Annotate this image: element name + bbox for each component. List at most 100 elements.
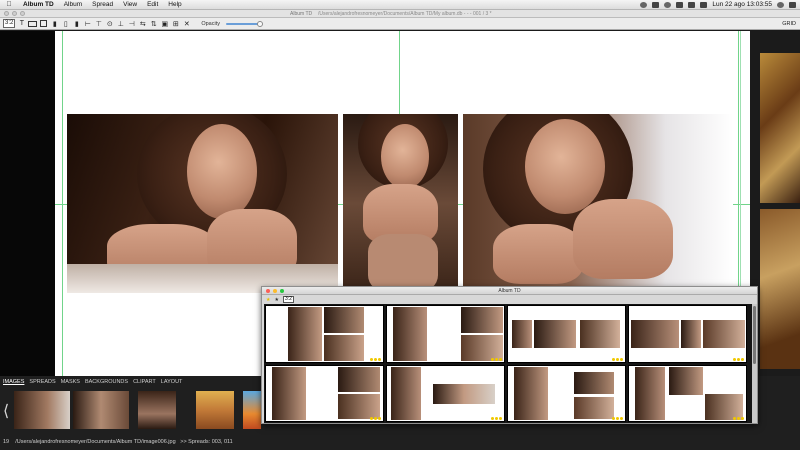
spread-photo <box>574 397 614 419</box>
spread-thumbnail[interactable] <box>507 365 626 422</box>
distribute-horizontal-icon[interactable]: ⊢ <box>83 19 92 28</box>
menu-album[interactable]: Album <box>59 1 87 8</box>
aspect-ratio-button[interactable]: 3:2 <box>3 19 16 28</box>
zoom-button[interactable] <box>20 11 25 16</box>
shoulder-shape <box>368 234 438 293</box>
opacity-slider-knob[interactable] <box>257 20 263 27</box>
notification-center-icon[interactable] <box>789 1 796 8</box>
spread-thumbnail[interactable] <box>386 365 505 422</box>
spread-thumbnail[interactable] <box>386 305 505 363</box>
flip-horizontal-icon[interactable]: ⇆ <box>138 19 147 28</box>
close-button[interactable] <box>266 289 270 293</box>
album-td-app:  Album TD Album Spread View Edit Help L… <box>0 0 800 450</box>
rectangle-icon <box>28 20 38 27</box>
apple-icon[interactable]:  <box>0 1 18 8</box>
rating-star <box>741 417 744 420</box>
align-center-icon[interactable]: ▯ <box>61 19 70 28</box>
add-frame-icon[interactable]: ⊞ <box>171 19 180 28</box>
spread-photo <box>272 367 306 420</box>
minimize-button[interactable] <box>12 11 17 16</box>
aspect-ratio-button[interactable]: 3:2 <box>282 296 294 303</box>
photo-frame-2[interactable] <box>343 114 458 293</box>
tab-layout[interactable]: LAYOUT <box>161 379 183 385</box>
image-thumbnail[interactable] <box>243 391 261 429</box>
rating-star <box>370 358 373 361</box>
clock[interactable]: Lun 22 ago 13:03:55 <box>712 1 772 8</box>
spreads-window[interactable]: Album TD ★ ★ 3:2 <box>261 286 758 424</box>
spread-thumbnail[interactable] <box>265 305 384 363</box>
opacity-slider[interactable] <box>226 20 263 27</box>
flip-vertical-icon[interactable]: ⇅ <box>149 19 158 28</box>
search-icon[interactable] <box>777 1 784 8</box>
align-middle-icon[interactable]: ⊙ <box>105 19 114 28</box>
window-path: /Users/alejandrofresnomeyer/Documents/Al… <box>318 11 492 17</box>
tab-clipart[interactable]: CLIPART <box>133 379 156 385</box>
menu-app-name[interactable]: Album TD <box>18 1 59 8</box>
image-thumbnail[interactable] <box>73 391 129 429</box>
rating-star <box>374 417 377 420</box>
photo-frame-3[interactable] <box>463 114 733 293</box>
spreads-window-title-bar[interactable]: Album TD <box>262 287 757 295</box>
spread-photo <box>631 320 679 348</box>
zoom-button[interactable] <box>280 289 284 293</box>
spreads-grid <box>264 304 755 423</box>
previous-arrow-icon[interactable]: ⟨ <box>3 404 9 420</box>
battery-icon[interactable] <box>700 1 708 8</box>
rating-star <box>612 358 615 361</box>
star-filter-icon[interactable]: ★ <box>274 297 278 303</box>
align-top-icon[interactable]: ⊤ <box>94 19 103 28</box>
tab-masks[interactable]: MASKS <box>61 379 80 385</box>
bring-front-icon[interactable]: ▣ <box>160 19 169 28</box>
spread-thumbnail[interactable] <box>628 365 747 422</box>
tab-backgrounds[interactable]: BACKGROUNDS <box>85 379 128 385</box>
menu-help[interactable]: Help <box>163 1 186 8</box>
align-bottom-icon[interactable]: ⊥ <box>116 19 125 28</box>
wifi-icon[interactable] <box>676 1 684 8</box>
image-thumbnail[interactable] <box>196 391 234 429</box>
spread-photo <box>703 320 745 348</box>
spreads-window-controls <box>266 289 284 293</box>
text-tool-button[interactable]: T <box>17 19 26 28</box>
scrollbar-thumb[interactable] <box>753 306 756 364</box>
rating-star <box>378 358 381 361</box>
photo-frame-1[interactable] <box>67 114 338 293</box>
creative-cloud-icon[interactable] <box>640 1 648 8</box>
star-filter-icon[interactable]: ★ <box>266 297 270 303</box>
spreads-scrollbar[interactable] <box>752 304 757 423</box>
next-spread-preview[interactable] <box>760 209 800 369</box>
rating-star <box>733 417 736 420</box>
rating-star <box>741 358 744 361</box>
spread-photo <box>391 367 421 420</box>
image-thumbnail[interactable] <box>138 391 176 429</box>
delete-icon[interactable]: ✕ <box>182 19 191 28</box>
grid-toggle[interactable]: GRID <box>782 21 796 27</box>
minimize-button[interactable] <box>273 289 277 293</box>
dropbox-icon[interactable] <box>652 1 660 8</box>
rectangle-tool-button[interactable] <box>28 19 38 28</box>
spread-photo <box>288 307 322 361</box>
spread-thumbnail[interactable] <box>628 305 747 363</box>
tab-spreads[interactable]: SPREADS <box>29 379 55 385</box>
rating <box>370 417 381 420</box>
spread-thumbnail[interactable] <box>265 365 384 422</box>
close-button[interactable] <box>4 11 9 16</box>
toolbar: 3:2 T ▮ ▯ ▮ ⊢ ⊤ ⊙ ⊥ ⊣ ⇆ ⇅ ▣ ⊞ ✕ Opacity … <box>0 18 800 30</box>
spread-thumbnail[interactable] <box>507 305 626 363</box>
next-spread-preview[interactable] <box>760 53 800 203</box>
volume-icon[interactable] <box>688 1 696 8</box>
menu-spread[interactable]: Spread <box>87 1 118 8</box>
sync-icon[interactable] <box>664 1 672 8</box>
tab-images[interactable]: IMAGES <box>3 379 24 385</box>
image-thumbnail[interactable] <box>14 391 70 429</box>
align-right-icon[interactable]: ▮ <box>72 19 81 28</box>
spread-photo <box>433 384 495 404</box>
hand-shape <box>573 199 673 279</box>
menu-view[interactable]: View <box>118 1 142 8</box>
status-bar: 19 /Users/alejandrofresnomeyer/Documents… <box>3 439 233 445</box>
align-left-icon[interactable]: ▮ <box>50 19 59 28</box>
menu-edit[interactable]: Edit <box>142 1 163 8</box>
distribute-vertical-icon[interactable]: ⊣ <box>127 19 136 28</box>
square-tool-button[interactable] <box>39 19 48 28</box>
spread-photo <box>669 367 703 395</box>
spread-photo <box>338 367 380 392</box>
